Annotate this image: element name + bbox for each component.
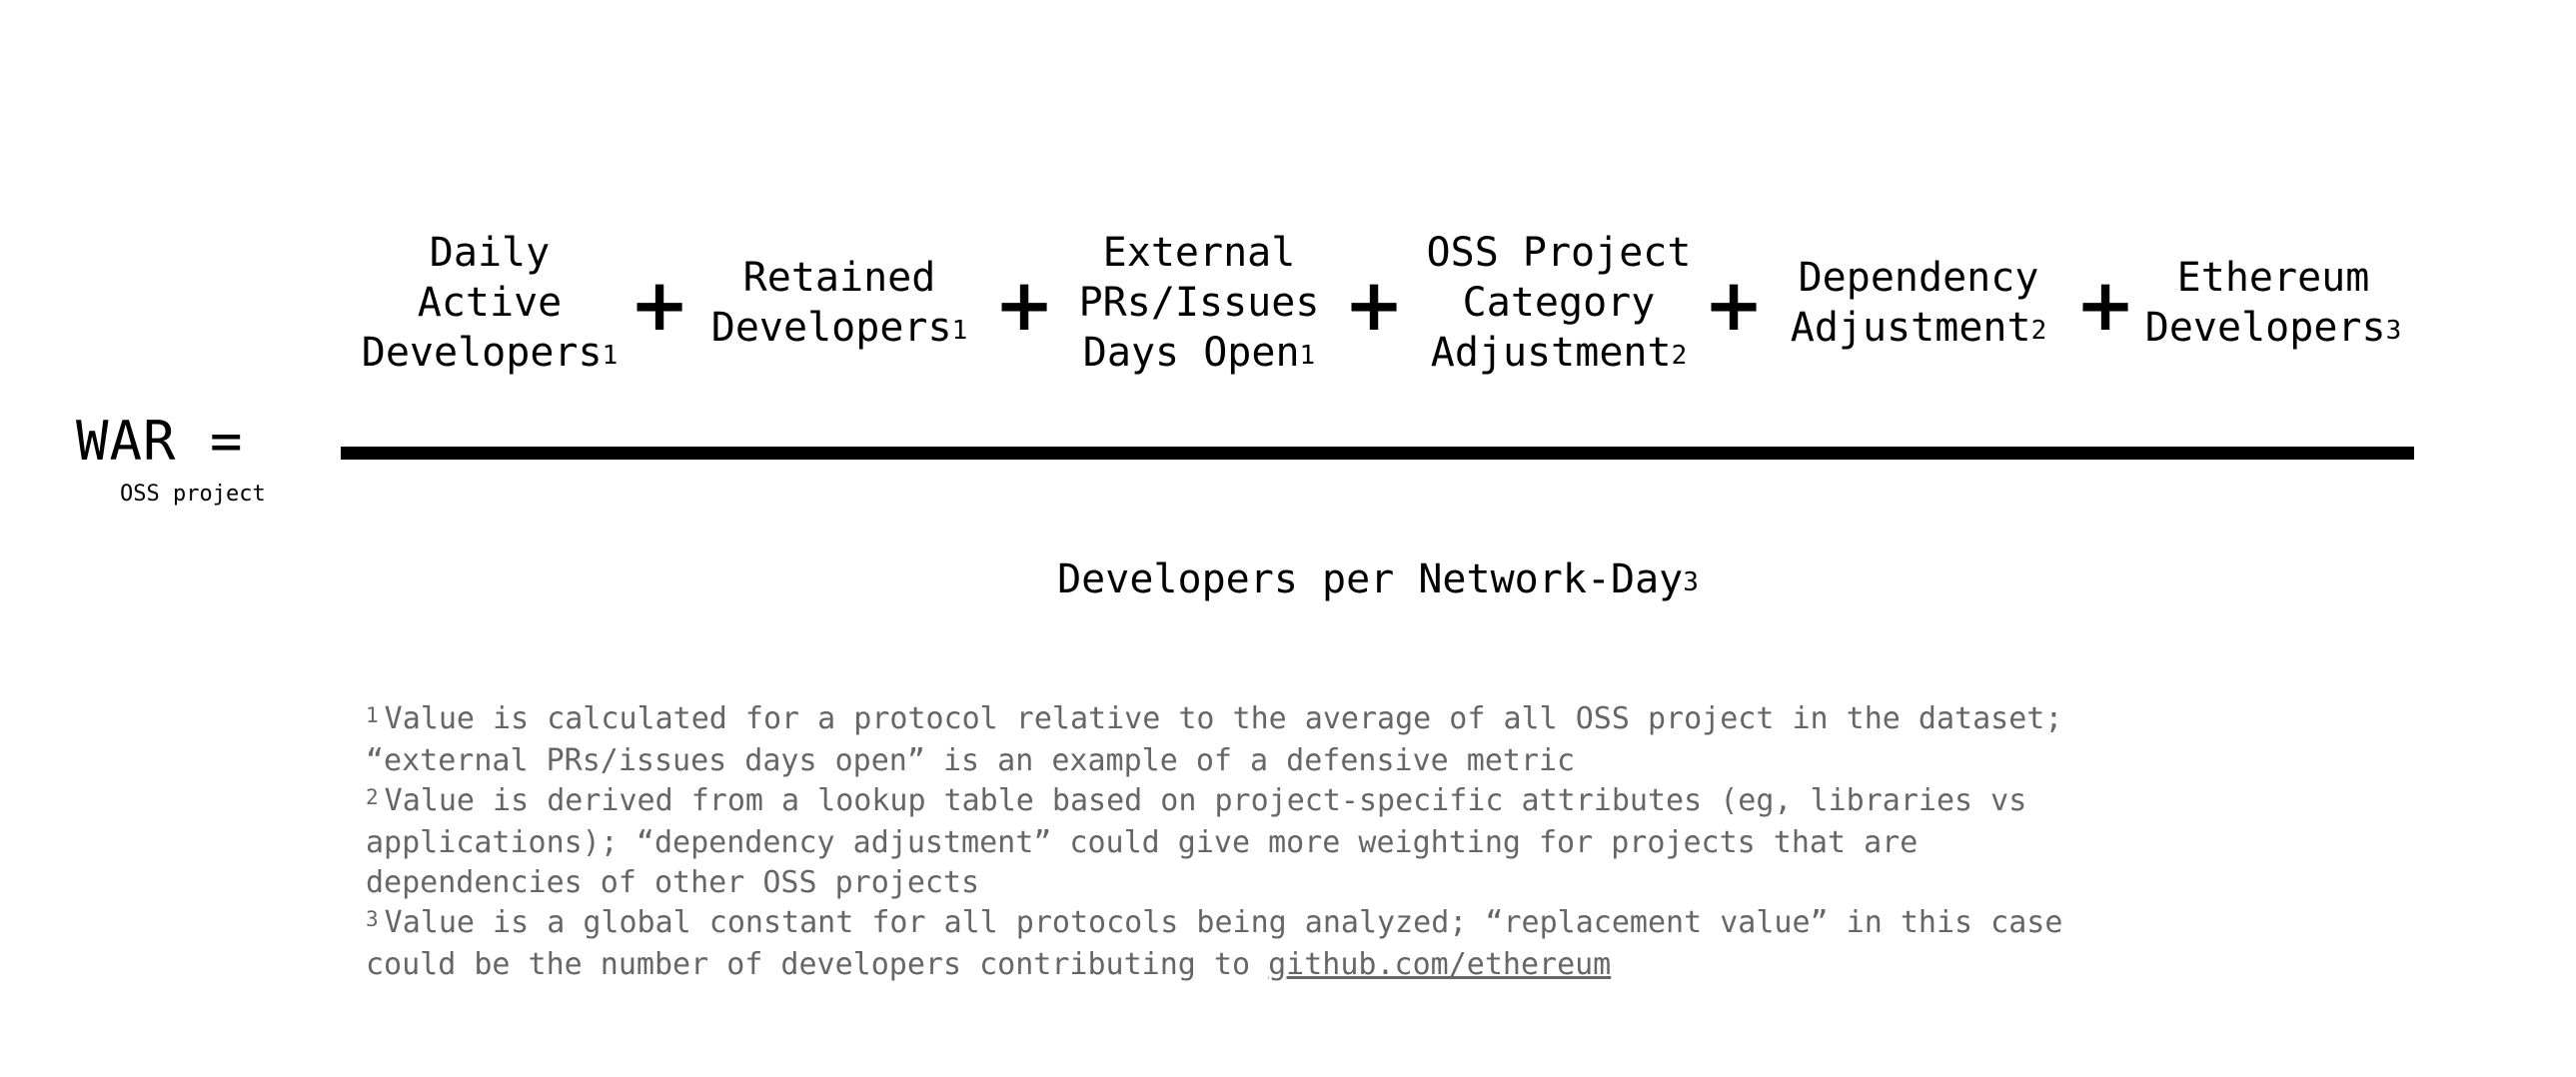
term-dependency-adjustment: Dependency Adjustment2 <box>1759 225 2078 385</box>
fraction-bar <box>341 447 2414 460</box>
plus-operator: + <box>629 263 690 347</box>
term-label: Daily Active Developers <box>361 229 603 376</box>
footnote-mark: 1 <box>366 703 379 727</box>
footnote-mark: 2 <box>366 785 379 809</box>
term-label: Ethereum Developers <box>2144 254 2386 351</box>
term-label: OSS Project Category Adjustment <box>1426 229 1692 376</box>
term-footnote-ref: 3 <box>2385 315 2402 346</box>
term-footnote-ref: 2 <box>1671 340 1688 371</box>
term-daily-active-developers: Daily Active Developers1 <box>340 225 640 385</box>
term-footnote-ref: 1 <box>1299 340 1316 371</box>
term-label: Retained Developers <box>710 254 952 351</box>
denominator-footnote-ref: 3 <box>1683 567 1699 597</box>
term-footnote-ref: 1 <box>951 315 968 346</box>
numerator: Daily Active Developers1 + Retained Deve… <box>340 225 2418 385</box>
war-symbol: WAR = <box>76 410 244 473</box>
denominator-label: Developers per Network-Day <box>1057 556 1684 602</box>
term-ethereum-developers: Ethereum Developers3 <box>2128 225 2418 385</box>
github-ethereum-link[interactable]: github.com/ethereum <box>1268 947 1611 982</box>
term-footnote-ref: 1 <box>602 340 619 371</box>
term-label: External PRs/Issues Days Open <box>1078 229 1320 376</box>
footnote-2: 2 Value is derived from a lookup table ba… <box>366 781 2064 903</box>
footnote-text: Value is a global constant for all proto… <box>366 905 2063 982</box>
term-label: Dependency Adjustment <box>1790 254 2039 351</box>
war-subscript: OSS project <box>120 482 266 507</box>
footnote-text: Value is calculated for a protocol relat… <box>366 701 2063 778</box>
footnote-text: Value is derived from a lookup table bas… <box>366 783 2027 900</box>
term-oss-project-category-adjustment: OSS Project Category Adjustment2 <box>1399 225 1719 385</box>
term-footnote-ref: 2 <box>2030 315 2047 346</box>
term-external-prs-issues-days-open: External PRs/Issues Days Open1 <box>1049 225 1349 385</box>
footnote-1: 1 Value is calculated for a protocol rela… <box>366 699 2064 781</box>
war-lhs: WAR = OSS project <box>76 410 266 508</box>
footnote-mark: 3 <box>366 907 379 931</box>
denominator: Developers per Network-Day3 <box>0 554 2576 609</box>
footnote-3: 3 Value is a global constant for all prot… <box>366 903 2064 985</box>
footnotes: 1 Value is calculated for a protocol rela… <box>366 699 2064 985</box>
term-retained-developers: Retained Developers1 <box>689 225 989 385</box>
